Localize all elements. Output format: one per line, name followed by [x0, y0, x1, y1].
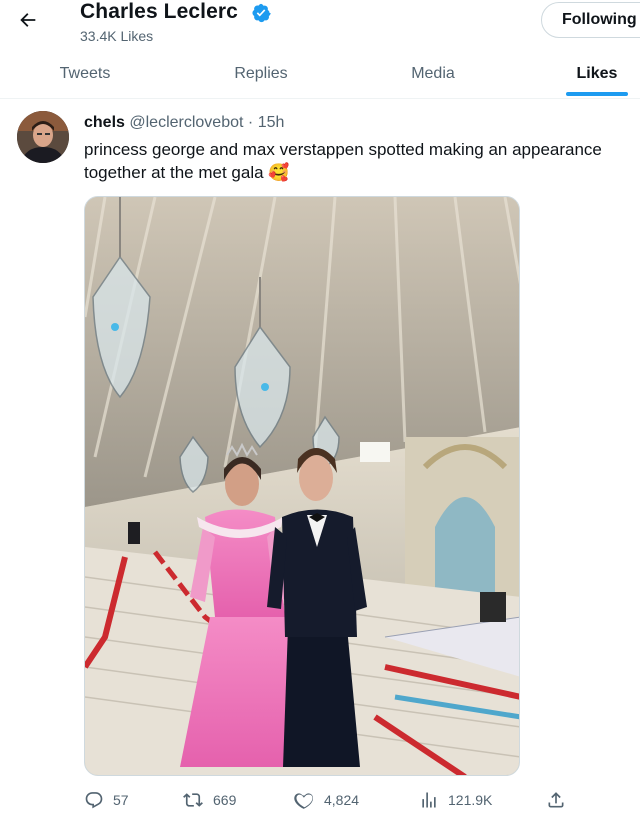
share-icon: [548, 792, 564, 808]
back-button[interactable]: [14, 6, 42, 34]
likes-count: 33.4K Likes: [80, 28, 154, 44]
active-tab-indicator: [566, 92, 628, 96]
profile-tabs: Tweets Replies Media Likes: [0, 50, 640, 99]
tweet-media-photo[interactable]: [84, 196, 520, 776]
views-count: 121.9K: [448, 792, 493, 808]
tweet-text: princess george and max verstappen spott…: [84, 140, 602, 182]
back-arrow-icon: [20, 13, 36, 27]
separator-dot: ·: [247, 114, 254, 131]
like-button[interactable]: 4,824: [294, 790, 359, 810]
profile-name: Charles Leclerc: [80, 0, 238, 23]
reply-icon: [85, 792, 103, 809]
author-name[interactable]: chels: [84, 114, 125, 131]
views-icon: [422, 792, 436, 808]
reply-count: 57: [113, 792, 129, 808]
reply-button[interactable]: 57: [84, 790, 129, 810]
share-button[interactable]: [546, 790, 575, 810]
tweet-time[interactable]: 15h: [258, 114, 285, 131]
tab-likes[interactable]: Likes: [532, 50, 640, 98]
retweet-count: 669: [213, 792, 237, 808]
author-handle[interactable]: @leclerclovebot: [129, 114, 243, 131]
tab-tweets[interactable]: Tweets: [20, 50, 150, 98]
profile-header: Charles Leclerc 33.4K Likes Following: [0, 0, 640, 50]
tab-replies[interactable]: Replies: [196, 50, 326, 98]
met-gala-photo: [85, 197, 519, 775]
avatar[interactable]: [17, 111, 69, 163]
avatar-image: [17, 111, 69, 163]
retweet-button[interactable]: 669: [182, 790, 236, 810]
tweet-header: chels @leclerclovebot · 15h: [84, 114, 284, 132]
retweet-icon: [183, 793, 203, 807]
following-button[interactable]: Following: [541, 2, 640, 38]
heart-icon: [294, 793, 314, 809]
views-button[interactable]: 121.9K: [419, 790, 492, 810]
verified-badge-icon: [252, 3, 271, 23]
like-count: 4,824: [324, 792, 360, 808]
tab-media[interactable]: Media: [368, 50, 498, 98]
tweet-actions: 57 669 4,824 121.9K: [84, 790, 584, 816]
